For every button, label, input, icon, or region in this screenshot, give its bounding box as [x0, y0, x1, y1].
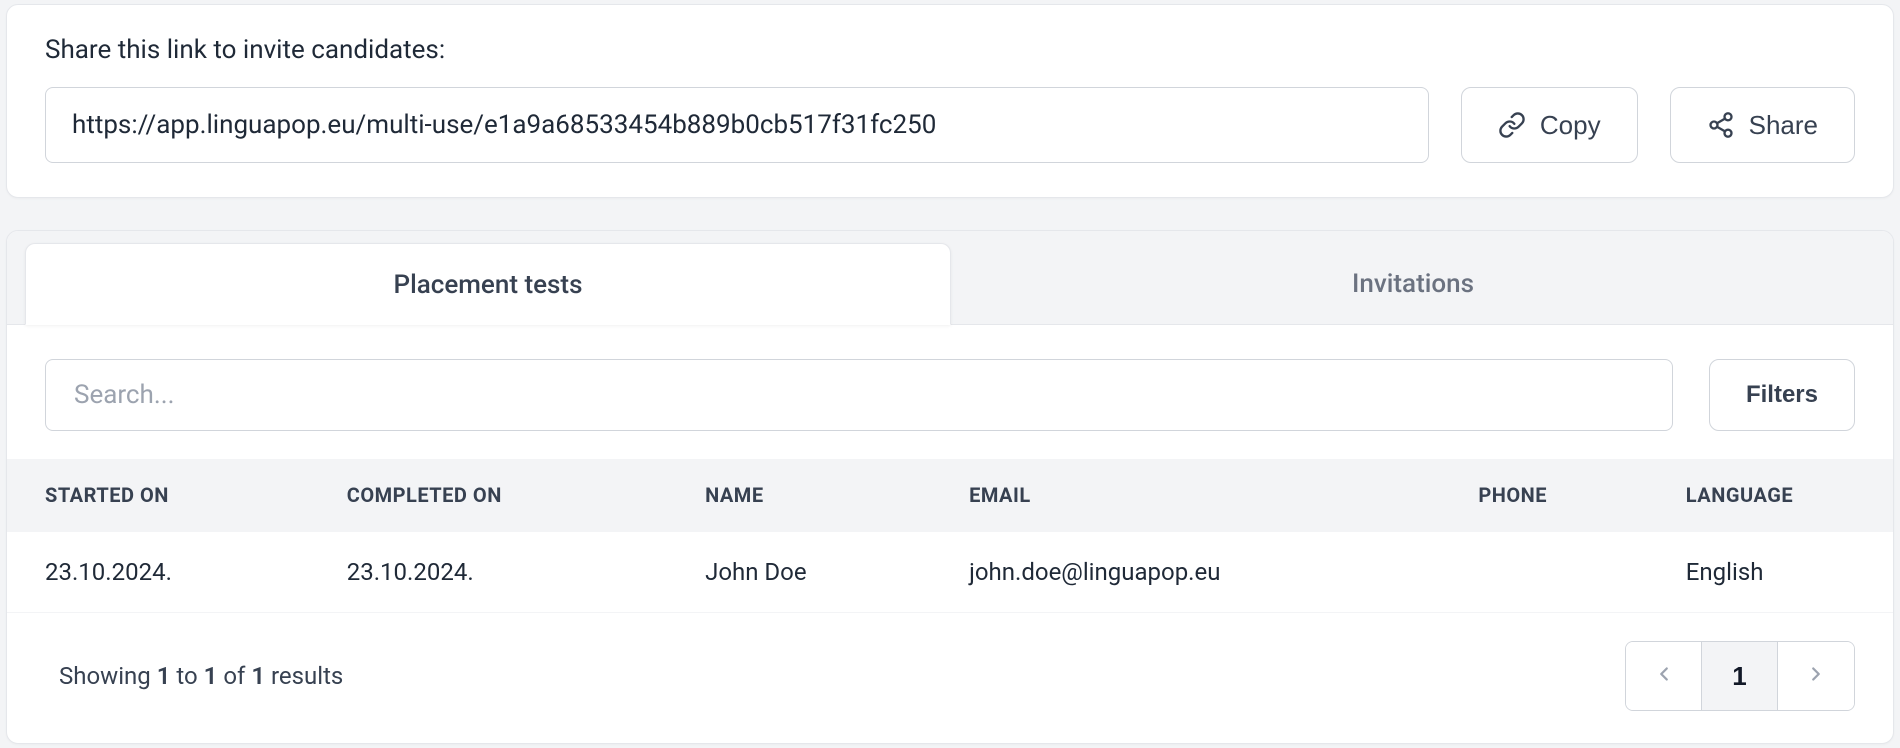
- results-to-word: to: [170, 662, 203, 690]
- results-card: Placement tests Invitations Filters STAR…: [6, 230, 1894, 744]
- share-icon: [1707, 111, 1735, 139]
- tabs-header: Placement tests Invitations: [7, 231, 1893, 325]
- pager-prev-button[interactable]: [1626, 642, 1702, 710]
- results-summary: Showing 1 to 1 of 1 results: [59, 662, 343, 690]
- results-word: results: [265, 662, 343, 690]
- tab-invitations[interactable]: Invitations: [951, 243, 1875, 324]
- share-title: Share this link to invite candidates:: [45, 35, 1855, 65]
- table-header-row: STARTED ON COMPLETED ON NAME EMAIL PHONE…: [7, 459, 1893, 532]
- search-row: Filters: [7, 325, 1893, 459]
- col-phone: PHONE: [1440, 459, 1647, 532]
- pager-next-button[interactable]: [1778, 642, 1854, 710]
- results-table: STARTED ON COMPLETED ON NAME EMAIL PHONE…: [7, 459, 1893, 612]
- results-of-word: of: [217, 662, 251, 690]
- share-button[interactable]: Share: [1670, 87, 1855, 163]
- tab-label: Invitations: [1352, 269, 1474, 299]
- cell-phone: [1440, 532, 1647, 613]
- pager-page-1[interactable]: 1: [1702, 642, 1778, 710]
- results-total: 1: [251, 662, 265, 690]
- results-prefix: Showing: [59, 662, 157, 690]
- link-icon: [1498, 111, 1526, 139]
- pagination: 1: [1625, 641, 1855, 711]
- results-to: 1: [204, 662, 218, 690]
- chevron-right-icon: [1805, 661, 1827, 692]
- col-language: LANGUAGE: [1648, 459, 1893, 532]
- chevron-left-icon: [1653, 661, 1675, 692]
- share-button-label: Share: [1749, 110, 1818, 141]
- cell-completed-on: 23.10.2024.: [309, 532, 667, 613]
- cell-language: English: [1648, 532, 1893, 613]
- tab-label: Placement tests: [394, 270, 583, 300]
- copy-button[interactable]: Copy: [1461, 87, 1638, 163]
- cell-name: John Doe: [667, 532, 931, 613]
- cell-started-on: 23.10.2024.: [7, 532, 309, 613]
- share-card: Share this link to invite candidates: Co…: [6, 4, 1894, 198]
- col-started-on: STARTED ON: [7, 459, 309, 532]
- share-link-input[interactable]: [45, 87, 1429, 163]
- col-email: EMAIL: [931, 459, 1440, 532]
- cell-email: john.doe@linguapop.eu: [931, 532, 1440, 613]
- share-row: Copy Share: [45, 87, 1855, 163]
- search-input[interactable]: [45, 359, 1673, 431]
- col-name: NAME: [667, 459, 931, 532]
- filters-button[interactable]: Filters: [1709, 359, 1855, 431]
- filters-button-label: Filters: [1746, 381, 1818, 408]
- copy-button-label: Copy: [1540, 110, 1601, 141]
- tab-placement-tests[interactable]: Placement tests: [25, 243, 951, 325]
- table-footer: Showing 1 to 1 of 1 results 1: [7, 612, 1893, 743]
- pager-page-label: 1: [1732, 661, 1746, 692]
- col-completed-on: COMPLETED ON: [309, 459, 667, 532]
- table-row[interactable]: 23.10.2024. 23.10.2024. John Doe john.do…: [7, 532, 1893, 613]
- results-from: 1: [157, 662, 171, 690]
